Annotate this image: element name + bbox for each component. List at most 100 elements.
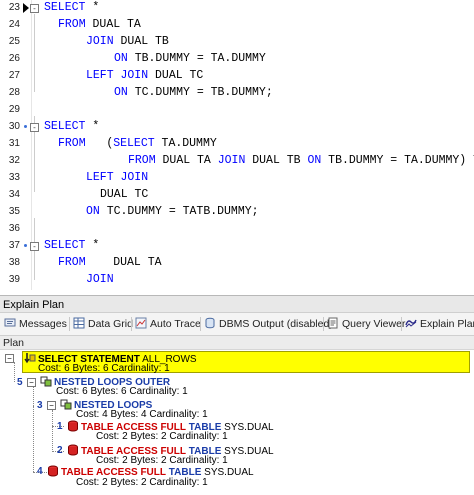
tab-separator <box>131 317 132 331</box>
code-text: LEFT JOIN <box>86 170 148 186</box>
code-text: (SELECT TB.DUMMY <box>100 289 210 290</box>
line-number: 37 <box>8 240 20 251</box>
sql-keyword: SELECT <box>44 120 86 133</box>
table-access-icon <box>68 420 78 432</box>
line-number: 27 <box>8 70 20 81</box>
code-line[interactable]: 36 <box>0 221 474 237</box>
sql-keyword: SELECT <box>113 137 155 150</box>
tab-auto-trace[interactable]: Auto Trace <box>135 315 201 333</box>
code-line[interactable]: 28 ON TC.DUMMY = TB.DUMMY; <box>0 85 474 101</box>
fold-toggle[interactable]: - <box>30 242 39 251</box>
code-text: SELECT * <box>44 119 99 135</box>
sql-keyword: FROM <box>58 137 86 150</box>
plan-node-detail: Cost: 6 Bytes: 6 Cardinality: 1 <box>38 363 170 374</box>
sql-text: TC.DUMMY = TATB.DUMMY; <box>99 205 259 218</box>
sql-keyword: JOIN <box>86 35 114 48</box>
node-detail: Cost: 4 Bytes: 4 Cardinality: 1 <box>76 409 208 420</box>
statement-marker-icon <box>24 125 27 128</box>
expand-toggle[interactable]: − <box>5 353 14 364</box>
nested-loops-icon <box>40 376 52 387</box>
plan-node-detail: Cost: 2 Bytes: 2 Cardinality: 1 <box>76 477 208 488</box>
sql-text: TB.DUMMY = TA.DUMMY <box>127 52 266 65</box>
sql-text: ( <box>85 137 114 150</box>
sql-keyword: ON <box>86 205 100 218</box>
node-detail: Cost: 2 Bytes: 2 Cardinality: 1 <box>96 431 228 442</box>
current-statement-arrow-icon <box>23 3 29 13</box>
code-line[interactable]: 33 LEFT JOIN <box>0 170 474 186</box>
sql-keyword: LEFT JOIN <box>86 69 149 82</box>
code-line[interactable]: 29 <box>0 102 474 118</box>
code-text: SELECT * <box>44 238 99 254</box>
code-text: DUAL TC <box>100 187 148 203</box>
node-step-number: 4 <box>37 466 43 477</box>
code-line[interactable]: 35 ON TC.DUMMY = TATB.DUMMY; <box>0 204 474 220</box>
tab-dbms-output[interactable]: DBMS Output (disabled) <box>204 315 333 333</box>
code-line[interactable]: 26 ON TB.DUMMY = TA.DUMMY <box>0 51 474 67</box>
node-object-name: SYS.DUAL <box>201 467 254 478</box>
line-number: 33 <box>8 172 20 183</box>
tab-label: Explain Plan <box>420 318 474 330</box>
tree-connector <box>33 406 34 472</box>
line-number: 28 <box>8 87 20 98</box>
tree-connector <box>52 410 53 452</box>
tab-explain-plan[interactable]: Explain Plan <box>405 315 474 333</box>
tab-query-viewer[interactable]: Query Viewer <box>327 315 405 333</box>
sql-text: DUAL TA <box>155 154 218 167</box>
tree-connector <box>33 386 34 406</box>
line-number: 29 <box>8 104 20 115</box>
code-line[interactable]: 37 - SELECT * <box>0 238 474 254</box>
explain-plan-panel-header: Explain Plan <box>0 295 474 313</box>
explain-plan-icon <box>405 319 417 328</box>
tree-connector <box>14 362 15 382</box>
tab-data-grid[interactable]: Data Grid <box>73 315 133 333</box>
code-line[interactable]: 23 - SELECT * <box>0 0 474 16</box>
tab-label: Data Grid <box>88 318 133 330</box>
code-line[interactable]: 25 JOIN DUAL TB <box>0 34 474 50</box>
sql-text: DUAL TC <box>148 69 204 82</box>
line-number: 23 <box>8 2 20 13</box>
code-line[interactable]: 31 FROM (SELECT TA.DUMMY <box>0 136 474 152</box>
code-line[interactable]: 24 FROM DUAL TA <box>0 17 474 33</box>
expand-toggle[interactable]: − <box>27 377 36 388</box>
code-text: JOIN DUAL TB <box>86 34 169 50</box>
line-number: 24 <box>8 19 20 30</box>
sql-keyword: ON <box>114 52 128 65</box>
sql-text: DUAL TA <box>85 18 141 31</box>
expand-toggle[interactable]: − <box>47 400 56 411</box>
sql-text: TB.DUMMY = TA.DUMMY) TATB <box>328 154 474 167</box>
sql-keyword: JOIN <box>217 154 246 167</box>
sql-text: TC.DUMMY = TB.DUMMY; <box>127 86 273 99</box>
code-line[interactable]: 38 FROM DUAL TA <box>0 255 474 271</box>
line-number: 40 <box>0 289 20 290</box>
code-line[interactable]: 39 JOIN <box>0 272 474 288</box>
sql-keyword: JOIN <box>86 273 114 286</box>
nested-loops-icon <box>60 399 72 410</box>
fold-toggle[interactable]: - <box>30 4 39 13</box>
node-step-number: 3 <box>37 400 43 411</box>
code-line[interactable]: 30 - SELECT * <box>0 119 474 135</box>
sql-text: * <box>85 1 100 14</box>
code-text: FROM DUAL TA <box>58 17 141 33</box>
sql-text: DUAL TB <box>113 35 169 48</box>
code-text: ON TB.DUMMY = TA.DUMMY <box>114 51 266 67</box>
sql-text: DUAL TB <box>245 154 308 167</box>
tab-messages[interactable]: Messages <box>4 315 67 333</box>
node-step-number: 1 <box>57 421 63 432</box>
code-line[interactable]: 27 LEFT JOIN DUAL TC <box>0 68 474 84</box>
line-number: 30 <box>8 121 20 132</box>
output-tabbar: Messages Data Grid Auto Trace DBMS Outpu… <box>0 313 474 336</box>
code-line[interactable]: 32 FROM DUAL TA JOIN DUAL TB ON TB.DUMMY … <box>0 153 474 169</box>
line-number: 34 <box>8 189 20 200</box>
sql-keyword: FROM <box>128 154 156 167</box>
plan-node-detail: Cost: 2 Bytes: 2 Cardinality: 1 <box>96 431 228 442</box>
sql-editor[interactable]: 23- SELECT * 24 FROM DUAL TA 25 JOIN DUAL TB 2… <box>0 0 474 290</box>
code-line[interactable]: 34 DUAL TC <box>0 187 474 203</box>
select-statement-icon <box>24 353 36 364</box>
code-text: FROM DUAL TA JOIN DUAL TB ON TB.DUMMY = … <box>128 153 474 169</box>
sql-text: TA.DUMMY <box>154 137 217 150</box>
dbms-output-icon <box>205 317 215 329</box>
code-line[interactable]: 40 (SELECT TB.DUMMY <box>0 289 474 290</box>
node-detail: Cost: 6 Bytes: 6 Cardinality: 1 <box>56 386 188 397</box>
sql-keyword: SELECT <box>44 1 86 14</box>
fold-toggle[interactable]: - <box>30 123 39 132</box>
